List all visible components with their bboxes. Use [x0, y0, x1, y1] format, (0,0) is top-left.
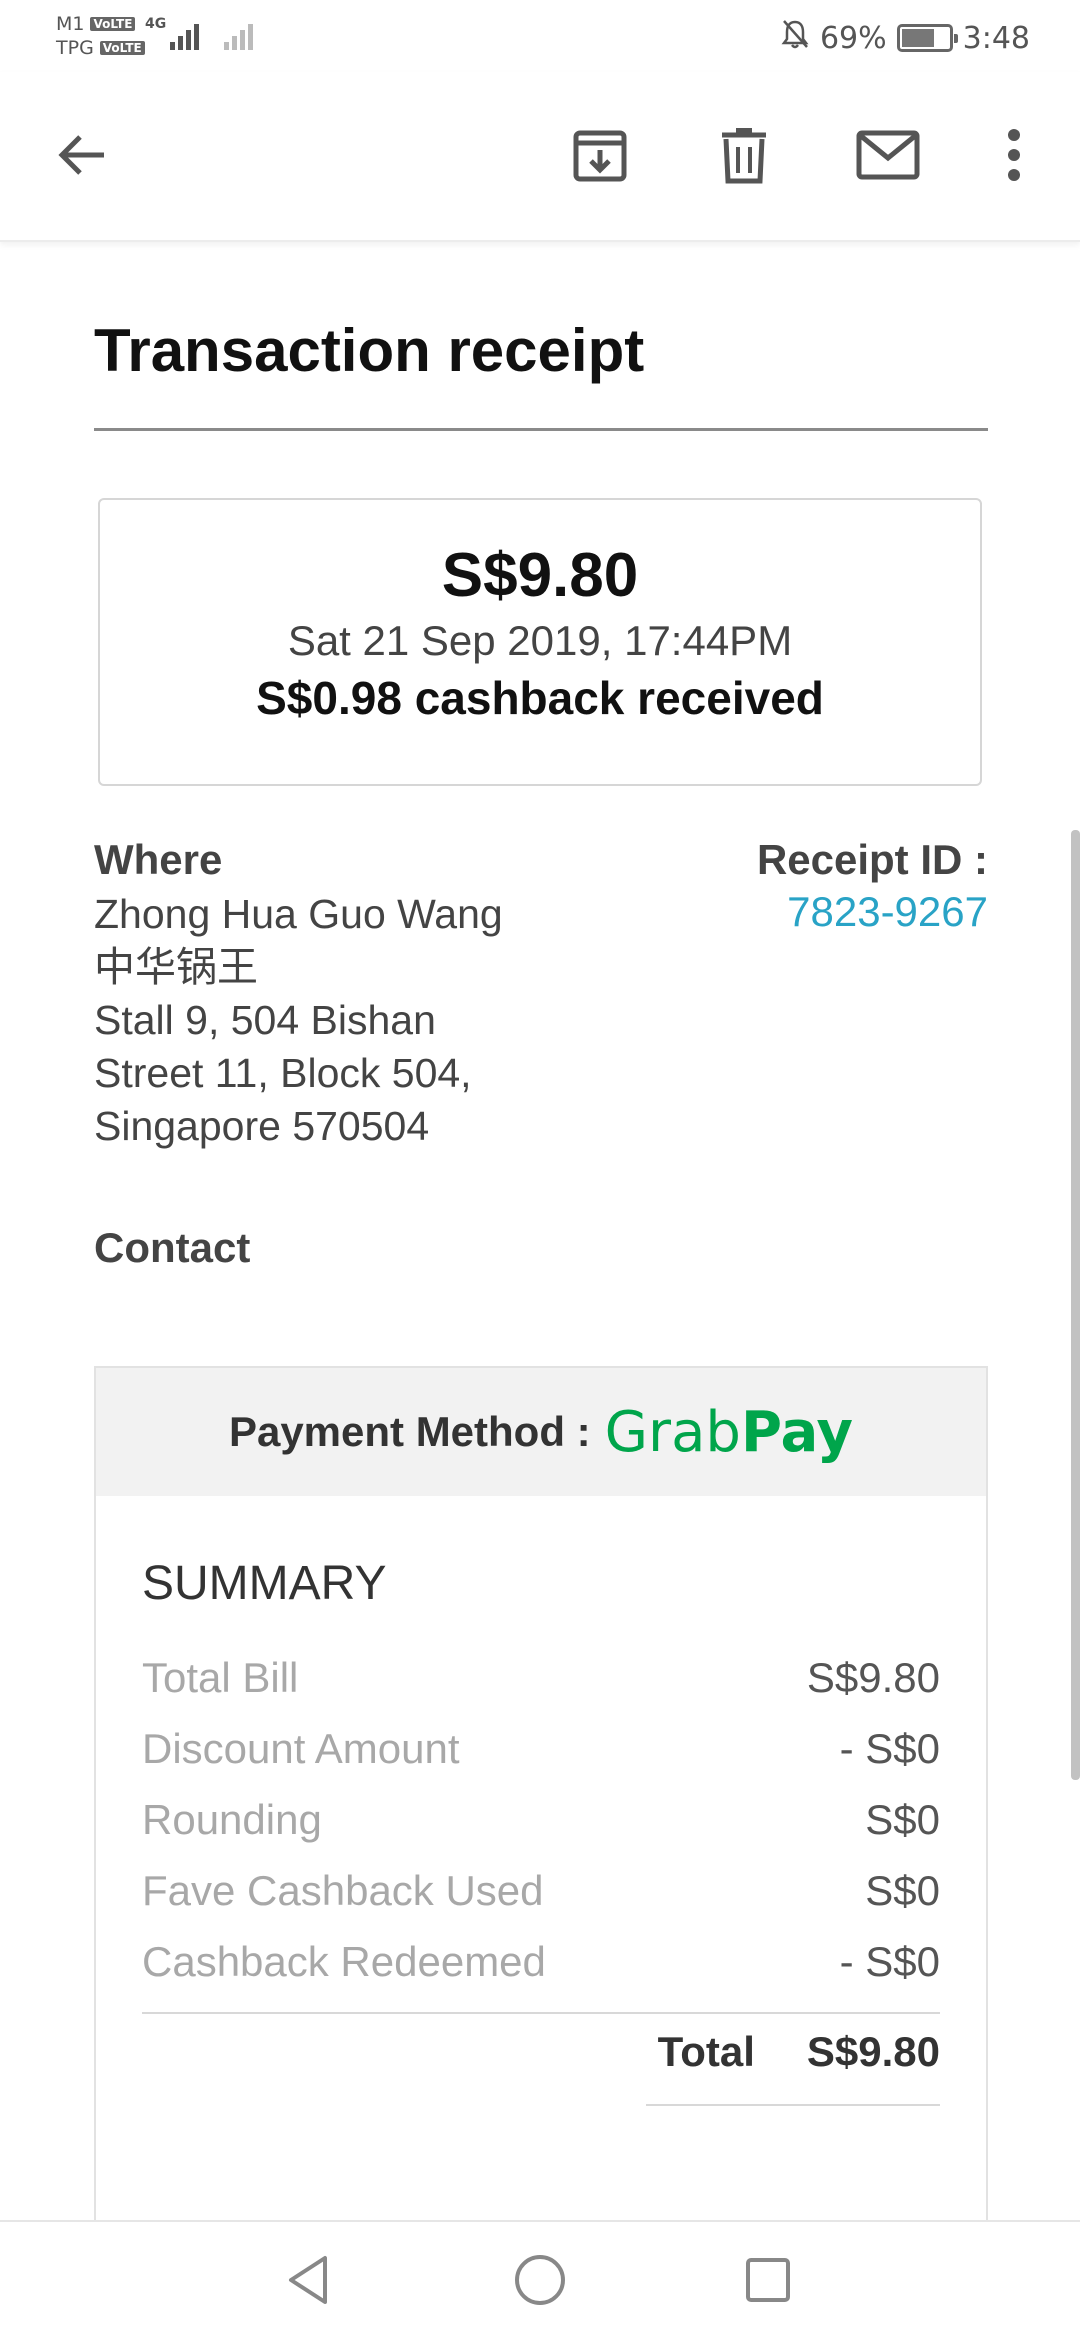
summary-row: Cashback Redeemed - S$0: [142, 1926, 940, 1997]
summary-row: Fave Cashback Used S$0: [142, 1855, 940, 1926]
summary-label: Cashback Redeemed: [142, 1937, 546, 1985]
divider: [646, 2104, 940, 2106]
summary-row: Discount Amount - S$0: [142, 1713, 940, 1784]
status-bar: M1 VoLTE TPG VoLTE 4G 69% 3:48: [0, 0, 1080, 72]
merchant-line: Zhong Hua Guo Wang: [94, 891, 503, 937]
page-title: Transaction receipt: [94, 317, 645, 384]
payment-method-label: Payment Method :: [228, 1408, 591, 1455]
transaction-amount: S$9.80: [441, 541, 639, 610]
merchant-line: Street 11, Block 504,: [94, 1050, 472, 1096]
signal-icon: [170, 18, 210, 50]
merchant-line: 中华锅王: [94, 943, 258, 991]
amount-card: S$9.80 Sat 21 Sep 2019, 17:44PM S$0.98 c…: [98, 498, 982, 786]
summary-title: SUMMARY: [142, 1557, 387, 1610]
network-type: 4G: [145, 16, 167, 32]
cashback-text: S$0.98 cashback received: [256, 672, 824, 724]
home-circle-icon: [512, 2252, 568, 2313]
mark-unread-button[interactable]: [848, 117, 928, 197]
summary-value: - S$0: [839, 1724, 940, 1772]
volte-badge: VoLTE: [90, 17, 136, 31]
more-vert-icon: [1007, 128, 1021, 187]
carrier-1: M1: [56, 13, 85, 35]
back-button[interactable]: [42, 117, 122, 197]
nav-back-button[interactable]: [266, 2240, 350, 2324]
divider: [94, 428, 988, 431]
more-options-button[interactable]: [974, 117, 1054, 197]
summary-value: S$9.80: [806, 1653, 940, 1701]
merchant-line: Stall 9, 504 Bishan: [94, 997, 436, 1043]
payment-summary-card: Payment Method : GrabPay SUMMARY Total B…: [94, 1366, 988, 2220]
delete-button[interactable]: [704, 117, 784, 197]
email-body[interactable]: Transaction receipt S$9.80 Sat 21 Sep 20…: [0, 244, 1080, 2220]
battery-icon: [896, 24, 958, 52]
summary-value: S$0: [865, 1866, 940, 1914]
grabpay-logo: GrabPay: [604, 1399, 854, 1465]
system-nav-bar: [0, 2220, 1080, 2340]
archive-button[interactable]: [560, 117, 640, 197]
total-label: Total: [657, 2028, 755, 2075]
summary-row: Rounding S$0: [142, 1784, 940, 1855]
scrollbar[interactable]: [1071, 830, 1080, 1780]
summary-label: Total Bill: [142, 1653, 299, 1701]
total-value: S$9.80: [806, 2028, 940, 2075]
total-row: Total S$9.80: [658, 2028, 940, 2076]
signal-icon: [224, 18, 264, 50]
summary-value: - S$0: [839, 1937, 940, 1985]
summary-label: Fave Cashback Used: [142, 1866, 544, 1914]
where-label: Where: [94, 836, 223, 883]
receipt-id-link[interactable]: 7823-9267: [787, 888, 988, 936]
merchant-address: Zhong Hua Guo Wang 中华锅王 Stall 9, 504 Bis…: [94, 888, 503, 1153]
archive-icon: [570, 125, 630, 190]
nav-home-button[interactable]: [498, 2240, 582, 2324]
volte-badge: VoLTE: [99, 41, 145, 55]
back-triangle-icon: [283, 2252, 333, 2313]
summary-label: Discount Amount: [142, 1724, 460, 1772]
mail-icon: [856, 130, 920, 185]
battery-percent: 69%: [819, 20, 887, 56]
contact-label: Contact: [94, 1224, 251, 1271]
merchant-line: Singapore 570504: [94, 1103, 430, 1149]
nav-recents-button[interactable]: [726, 2240, 810, 2324]
trash-icon: [716, 125, 772, 190]
transaction-datetime: Sat 21 Sep 2019, 17:44PM: [287, 617, 793, 664]
summary-list: Total Bill S$9.80 Discount Amount - S$0 Roun…: [142, 1642, 940, 1997]
status-right: 69% 3:48: [780, 18, 1030, 58]
divider: [142, 2012, 940, 2014]
summary-label: Rounding: [142, 1795, 322, 1843]
receipt-id-label: Receipt ID :: [756, 836, 988, 883]
carrier-2: TPG: [56, 37, 94, 59]
back-arrow-icon: [54, 127, 110, 188]
summary-row: Total Bill S$9.80: [142, 1642, 940, 1713]
carrier-info: M1 VoLTE TPG VoLTE: [56, 12, 145, 60]
payment-method-header: Payment Method : GrabPay: [96, 1368, 986, 1496]
recents-square-icon: [743, 2255, 793, 2310]
email-toolbar: [0, 72, 1080, 242]
clock: 3:48: [962, 20, 1030, 56]
mute-bell-icon: [780, 18, 810, 58]
summary-value: S$0: [865, 1795, 940, 1843]
